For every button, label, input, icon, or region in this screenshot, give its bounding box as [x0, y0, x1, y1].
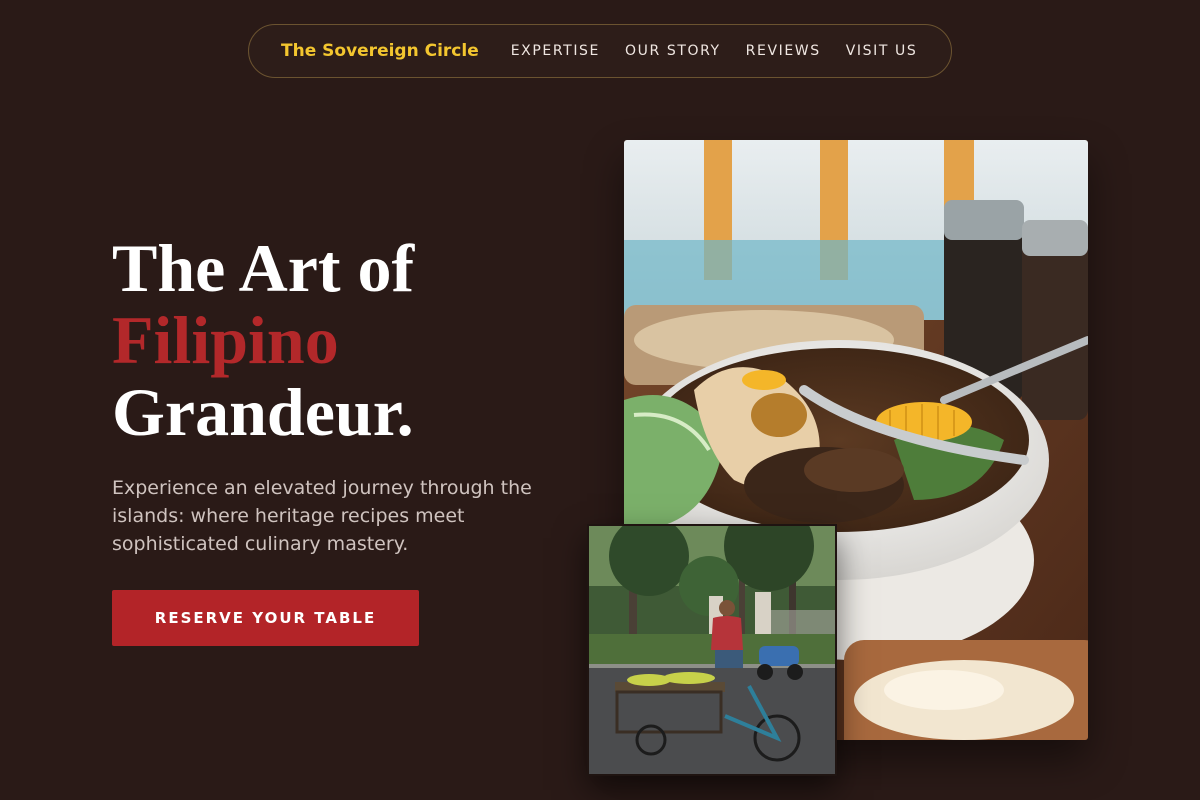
- hero-title: The Art of Filipino Grandeur.: [112, 232, 414, 448]
- hero-title-accent: Filipino: [112, 302, 339, 378]
- hero-title-line-3: Grandeur.: [112, 374, 414, 450]
- hero-description: Experience an elevated journey through t…: [112, 477, 532, 555]
- nav-link-expertise[interactable]: EXPERTISE: [511, 43, 600, 59]
- street-vendor-illustration: [589, 526, 835, 774]
- top-navigation: The Sovereign Circle EXPERTISE OUR STORY…: [248, 24, 952, 78]
- nav-link-visit-us[interactable]: VISIT US: [846, 43, 918, 59]
- street-vendor-photo: [587, 524, 837, 776]
- nav-links: EXPERTISE OUR STORY REVIEWS VISIT US: [511, 43, 918, 59]
- brand-logo[interactable]: The Sovereign Circle: [281, 41, 479, 61]
- reserve-table-button[interactable]: RESERVE YOUR TABLE: [112, 590, 419, 646]
- hero-title-line-1: The Art of: [112, 230, 415, 306]
- nav-link-reviews[interactable]: REVIEWS: [746, 43, 821, 59]
- nav-link-our-story[interactable]: OUR STORY: [625, 43, 721, 59]
